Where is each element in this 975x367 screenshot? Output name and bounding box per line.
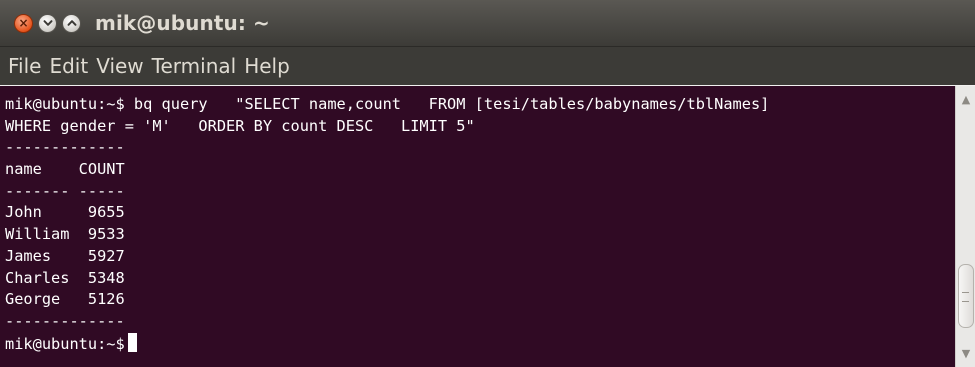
scroll-down-arrow-icon[interactable]: ▼ (960, 348, 972, 360)
close-icon: × (18, 16, 29, 30)
terminal-line-command: mik@ubuntu:~$ bq query "SELECT name,coun… (5, 95, 770, 113)
terminal-window: × mik@ubuntu: ~ File Edit View Terminal … (0, 0, 975, 367)
terminal-line-separator: ------------- (5, 311, 125, 330)
result-row: John 9655 (5, 203, 125, 222)
menu-terminal[interactable]: Terminal (148, 54, 241, 78)
vertical-scrollbar[interactable]: ▲ ▼ (955, 86, 975, 367)
menu-edit[interactable]: Edit (45, 54, 92, 78)
result-row: George 5126 (5, 290, 125, 309)
close-button[interactable]: × (14, 13, 33, 33)
maximize-button[interactable] (62, 13, 81, 33)
terminal-line-command-continued: WHERE gender = 'M' ORDER BY count DESC L… (5, 116, 475, 135)
scrollbar-thumb[interactable] (958, 264, 974, 328)
grip-icon (962, 292, 969, 302)
minimize-icon (43, 20, 52, 26)
scroll-up-arrow-icon[interactable]: ▲ (960, 94, 972, 106)
result-header-row: name COUNT (5, 160, 125, 179)
menu-view[interactable]: View (92, 54, 147, 78)
result-row: Charles 5348 (5, 268, 125, 287)
shell-prompt: mik@ubuntu:~$ (5, 334, 125, 353)
result-row: James 5927 (5, 246, 125, 265)
terminal-line-separator: ------------- (5, 138, 125, 157)
menu-file[interactable]: File (4, 54, 45, 78)
maximize-icon (67, 20, 76, 26)
window-title: mik@ubuntu: ~ (95, 11, 270, 35)
menu-help[interactable]: Help (240, 54, 294, 78)
minimize-button[interactable] (38, 13, 57, 33)
text-cursor (127, 332, 137, 352)
terminal-prompt-line: mik@ubuntu:~$ (5, 332, 955, 355)
menu-bar: File Edit View Terminal Help (0, 47, 975, 85)
title-bar[interactable]: × mik@ubuntu: ~ (0, 0, 975, 47)
terminal-output-area[interactable]: mik@ubuntu:~$ bq query "SELECT name,coun… (0, 86, 955, 367)
result-header-underline: ------- ----- (5, 181, 125, 200)
result-row: William 9533 (5, 225, 125, 244)
